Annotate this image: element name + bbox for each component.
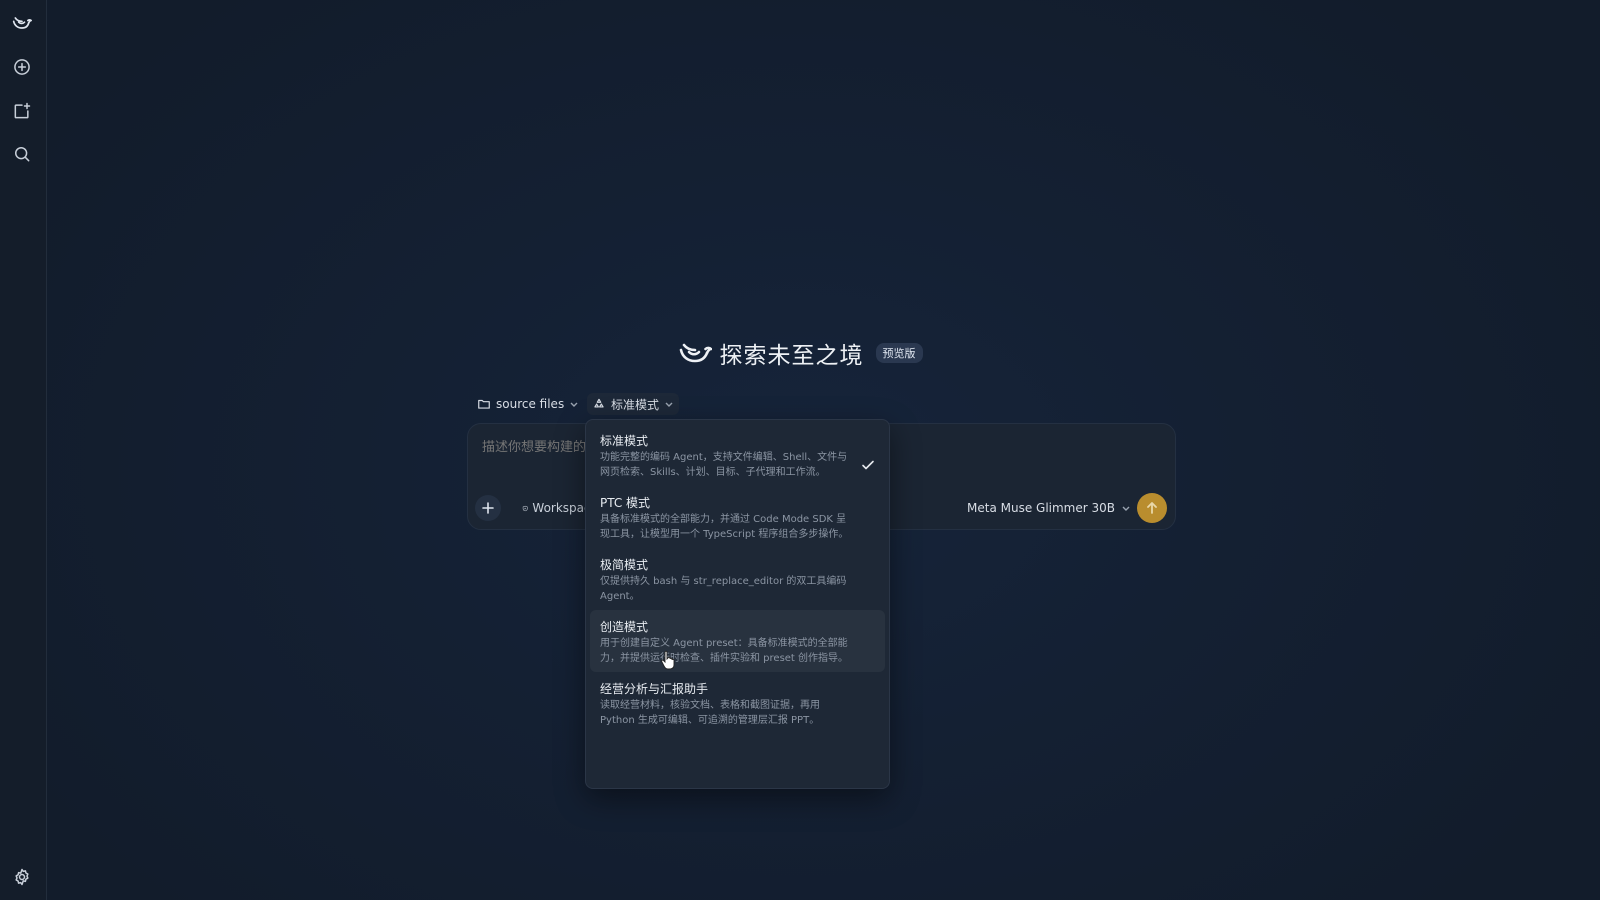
mode-option-description: 仅提供持久 bash 与 str_replace_editor 的双工具编码 A…	[600, 576, 847, 602]
attach-button[interactable]	[475, 495, 501, 521]
check-icon	[862, 460, 874, 470]
mode-label: 标准模式	[611, 397, 660, 412]
folder-label: source files	[496, 397, 565, 411]
mode-option-title: PTC 模式	[600, 496, 651, 510]
mode-option-create[interactable]: 创造模式 用于创建自定义 Agent preset：具备标准模式的全部能力，并提…	[590, 610, 885, 672]
page-title: 探索未至之境	[719, 343, 864, 369]
mode-option-title: 标准模式	[600, 434, 649, 448]
mode-option-description: 具备标准模式的全部能力，并通过 Code Mode SDK 呈现工具，让模型用一…	[600, 514, 849, 540]
mode-dropdown-menu: 标准模式 功能完整的编码 Agent，支持文件编辑、Shell、文件与网页检索、…	[585, 419, 890, 789]
mode-option-title: 经营分析与汇报助手	[600, 682, 709, 696]
chevron-down-icon	[665, 402, 673, 407]
search-icon[interactable]	[9, 141, 35, 167]
plus-circle-icon[interactable]	[9, 54, 35, 80]
mode-option-minimal[interactable]: 极简模式 仅提供持久 bash 与 str_replace_editor 的双工…	[590, 548, 885, 610]
plus-icon	[482, 502, 494, 514]
whale-logo-icon[interactable]	[9, 10, 35, 36]
folder-icon	[478, 399, 490, 409]
sidebar	[0, 0, 47, 900]
mode-option-description: 用于创建自定义 Agent preset：具备标准模式的全部能力，并提供运行时检…	[600, 638, 849, 664]
chevron-down-icon	[570, 402, 578, 407]
whale-logo-icon	[679, 343, 712, 363]
hand-cursor-icon	[661, 650, 675, 670]
folder-selector[interactable]: source files	[472, 393, 584, 415]
send-button[interactable]	[1137, 493, 1167, 523]
mode-selector[interactable]: 标准模式	[587, 393, 680, 415]
chevron-down-icon	[1122, 506, 1130, 511]
mode-option-standard[interactable]: 标准模式 功能完整的编码 Agent，支持文件编辑、Shell、文件与网页检索、…	[590, 424, 885, 486]
mode-option-title: 极简模式	[600, 558, 649, 572]
folder-plus-icon[interactable]	[9, 98, 35, 124]
shield-icon	[522, 505, 528, 511]
mode-option-description: 功能完整的编码 Agent，支持文件编辑、Shell、文件与网页检索、Skill…	[600, 452, 848, 478]
mode-option-title: 创造模式	[600, 620, 649, 634]
mode-option-ptc[interactable]: PTC 模式 具备标准模式的全部能力，并通过 Code Mode SDK 呈现工…	[590, 486, 885, 548]
hero-header: 探索未至之境 预览版	[0, 336, 1600, 370]
model-selector[interactable]: Meta Muse Glimmer 30B	[967, 497, 1131, 519]
preview-badge: 预览版	[875, 343, 923, 363]
mode-option-business-analysis[interactable]: 经营分析与汇报助手 读取经营材料，核验文档、表格和截图证据，再用 Python …	[590, 672, 885, 734]
recycle-icon	[594, 398, 604, 408]
arrow-up-icon	[1147, 502, 1157, 514]
mode-option-description: 读取经营材料，核验文档、表格和截图证据，再用 Python 生成可编辑、可追溯的…	[600, 700, 820, 726]
gear-icon[interactable]	[9, 864, 35, 890]
model-label: Meta Muse Glimmer 30B	[967, 501, 1115, 515]
